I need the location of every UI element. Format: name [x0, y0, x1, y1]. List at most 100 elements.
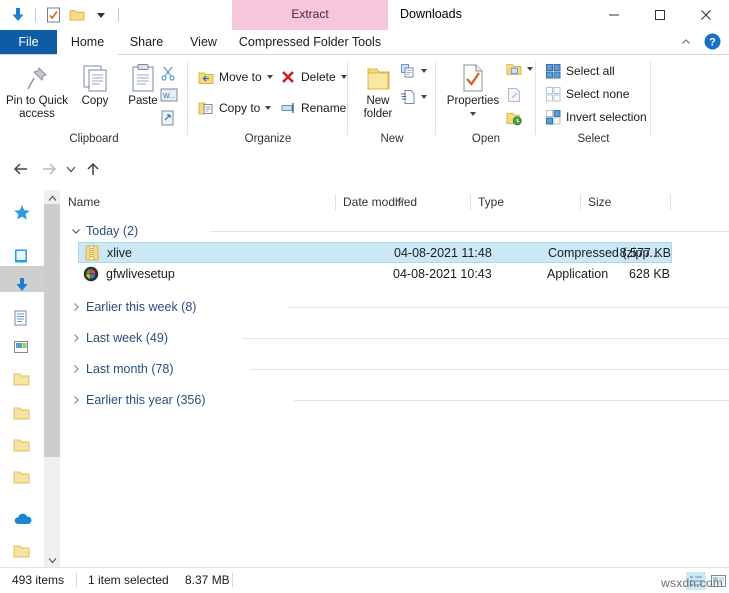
chevron-down-icon[interactable]	[470, 112, 476, 116]
svg-text:?: ?	[709, 36, 716, 48]
column-divider[interactable]	[670, 194, 671, 210]
folder-icon[interactable]	[13, 406, 31, 424]
column-header-type[interactable]: Type	[470, 190, 580, 214]
group-header-earlier-this-year[interactable]: Earlier this year (356)	[68, 389, 206, 411]
new-item-button[interactable]	[400, 63, 427, 79]
chevron-right-icon[interactable]	[68, 392, 84, 408]
select-all-button[interactable]: Select all	[545, 63, 615, 79]
file-date-modified: 04-08-2021 10:43	[393, 267, 492, 281]
customize-qat-icon[interactable]	[91, 5, 111, 25]
qat-separator-2	[118, 8, 119, 22]
column-header-size[interactable]: Size	[580, 190, 670, 214]
minimize-button[interactable]	[591, 0, 637, 30]
group-label-select: Select	[536, 133, 651, 145]
maximize-button[interactable]	[637, 0, 683, 30]
rename-icon	[280, 100, 296, 116]
chevron-down-icon[interactable]	[265, 106, 271, 110]
rename-button[interactable]: Rename	[280, 100, 346, 116]
table-row[interactable]: xlive 04-08-2021 11:48 Compressed (zipp.…	[78, 242, 672, 263]
tab-compressed-folder-tools[interactable]: Compressed Folder Tools	[232, 30, 388, 55]
select-all-label: Select all	[566, 64, 615, 78]
invert-selection-button[interactable]: Invert selection	[545, 109, 647, 125]
properties-icon[interactable]	[43, 5, 63, 25]
copy-to-button[interactable]: Copy to	[198, 100, 271, 116]
qat-separator	[35, 8, 36, 22]
navigation-pane	[0, 190, 44, 568]
tab-view[interactable]: View	[175, 30, 232, 55]
folder-icon[interactable]	[13, 544, 31, 562]
documents-icon[interactable]	[13, 310, 31, 328]
edit-button[interactable]	[506, 87, 522, 103]
help-icon[interactable]: ?	[704, 33, 721, 53]
quick-access-toolbar	[8, 3, 122, 27]
folder-icon[interactable]	[13, 470, 31, 488]
column-divider[interactable]	[580, 194, 581, 210]
tab-file[interactable]: File	[0, 30, 57, 55]
contextual-tab-band: Extract	[232, 0, 388, 30]
back-button[interactable]	[8, 156, 34, 182]
table-row[interactable]: gfwlivesetup 04-08-2021 10:43 Applicatio…	[78, 263, 672, 284]
column-header-name[interactable]: Name	[60, 190, 335, 214]
move-to-button[interactable]: Move to	[198, 69, 273, 85]
file-size: 628 KB	[598, 267, 670, 281]
copy-button[interactable]: Copy	[70, 59, 120, 108]
ribbon-group-clipboard: Pin to Quickaccess Copy Paste W...	[0, 55, 188, 148]
folder-icon[interactable]	[13, 372, 31, 390]
scrollbar-thumb[interactable]	[44, 204, 60, 457]
column-header-date-modified[interactable]: Date modified	[335, 190, 470, 214]
group-header-last-month[interactable]: Last month (78)	[68, 358, 174, 380]
onedrive-icon[interactable]	[13, 512, 31, 530]
chevron-down-icon[interactable]	[68, 223, 84, 239]
chevron-down-icon[interactable]	[267, 75, 273, 79]
column-headers: Name Date modified Type Size	[60, 190, 729, 215]
up-button[interactable]	[80, 156, 106, 182]
rename-label: Rename	[301, 101, 346, 115]
history-button[interactable]	[506, 110, 522, 126]
downloads-icon[interactable]	[13, 276, 31, 294]
properties-button[interactable]: Properties	[440, 59, 506, 119]
item-count: 493 items	[12, 573, 64, 587]
paste-shortcut-icon[interactable]	[160, 109, 176, 125]
pin-label-2: access	[19, 108, 55, 120]
select-none-button[interactable]: Select none	[545, 86, 629, 102]
delete-button[interactable]: Delete	[280, 69, 347, 85]
history-icon	[506, 110, 522, 126]
status-separator	[76, 573, 77, 587]
ribbon-group-open: Properties Open	[436, 55, 536, 148]
chevron-down-icon[interactable]	[527, 67, 533, 71]
group-header-last-week[interactable]: Last week (49)	[68, 327, 168, 349]
tab-share[interactable]: Share	[118, 30, 175, 55]
chevron-right-icon[interactable]	[68, 361, 84, 377]
column-header-extra[interactable]	[670, 190, 729, 214]
chevron-down-icon[interactable]	[421, 69, 427, 73]
group-title: Earlier this year (356)	[86, 393, 206, 407]
column-divider[interactable]	[470, 194, 471, 210]
tab-home[interactable]: Home	[57, 30, 118, 55]
open-button[interactable]	[506, 61, 533, 77]
chevron-down-icon[interactable]	[421, 95, 427, 99]
ribbon-group-select: Select all Select none Invert selection …	[536, 55, 651, 148]
new-folder-label-1: New	[366, 95, 389, 107]
group-header-earlier-this-week[interactable]: Earlier this week (8)	[68, 296, 196, 318]
ribbon-help-area: ?	[680, 33, 721, 53]
quick-access-star-icon[interactable]	[13, 204, 31, 222]
chevron-right-icon[interactable]	[68, 330, 84, 346]
chevron-down-icon[interactable]	[341, 75, 347, 79]
pin-to-quick-access-button[interactable]: Pin to Quickaccess	[6, 59, 68, 120]
scroll-down-arrow-icon[interactable]	[44, 552, 60, 568]
column-divider[interactable]	[335, 194, 336, 210]
folder-icon[interactable]	[13, 438, 31, 456]
close-button[interactable]	[683, 0, 729, 30]
pictures-icon[interactable]	[13, 340, 31, 358]
new-folder-button[interactable]: Newfolder	[354, 59, 402, 120]
chevron-up-icon[interactable]	[680, 36, 694, 50]
new-folder-icon[interactable]	[67, 5, 87, 25]
easy-access-button[interactable]	[400, 89, 427, 105]
downloads-icon[interactable]	[8, 5, 28, 25]
copy-path-icon[interactable]: W...	[160, 88, 176, 104]
chevron-right-icon[interactable]	[68, 299, 84, 315]
group-header-today[interactable]: Today (2)	[68, 220, 138, 242]
cut-icon[interactable]	[160, 65, 176, 81]
desktop-icon[interactable]	[13, 248, 31, 266]
nav-pane-scrollbar[interactable]	[44, 190, 60, 568]
